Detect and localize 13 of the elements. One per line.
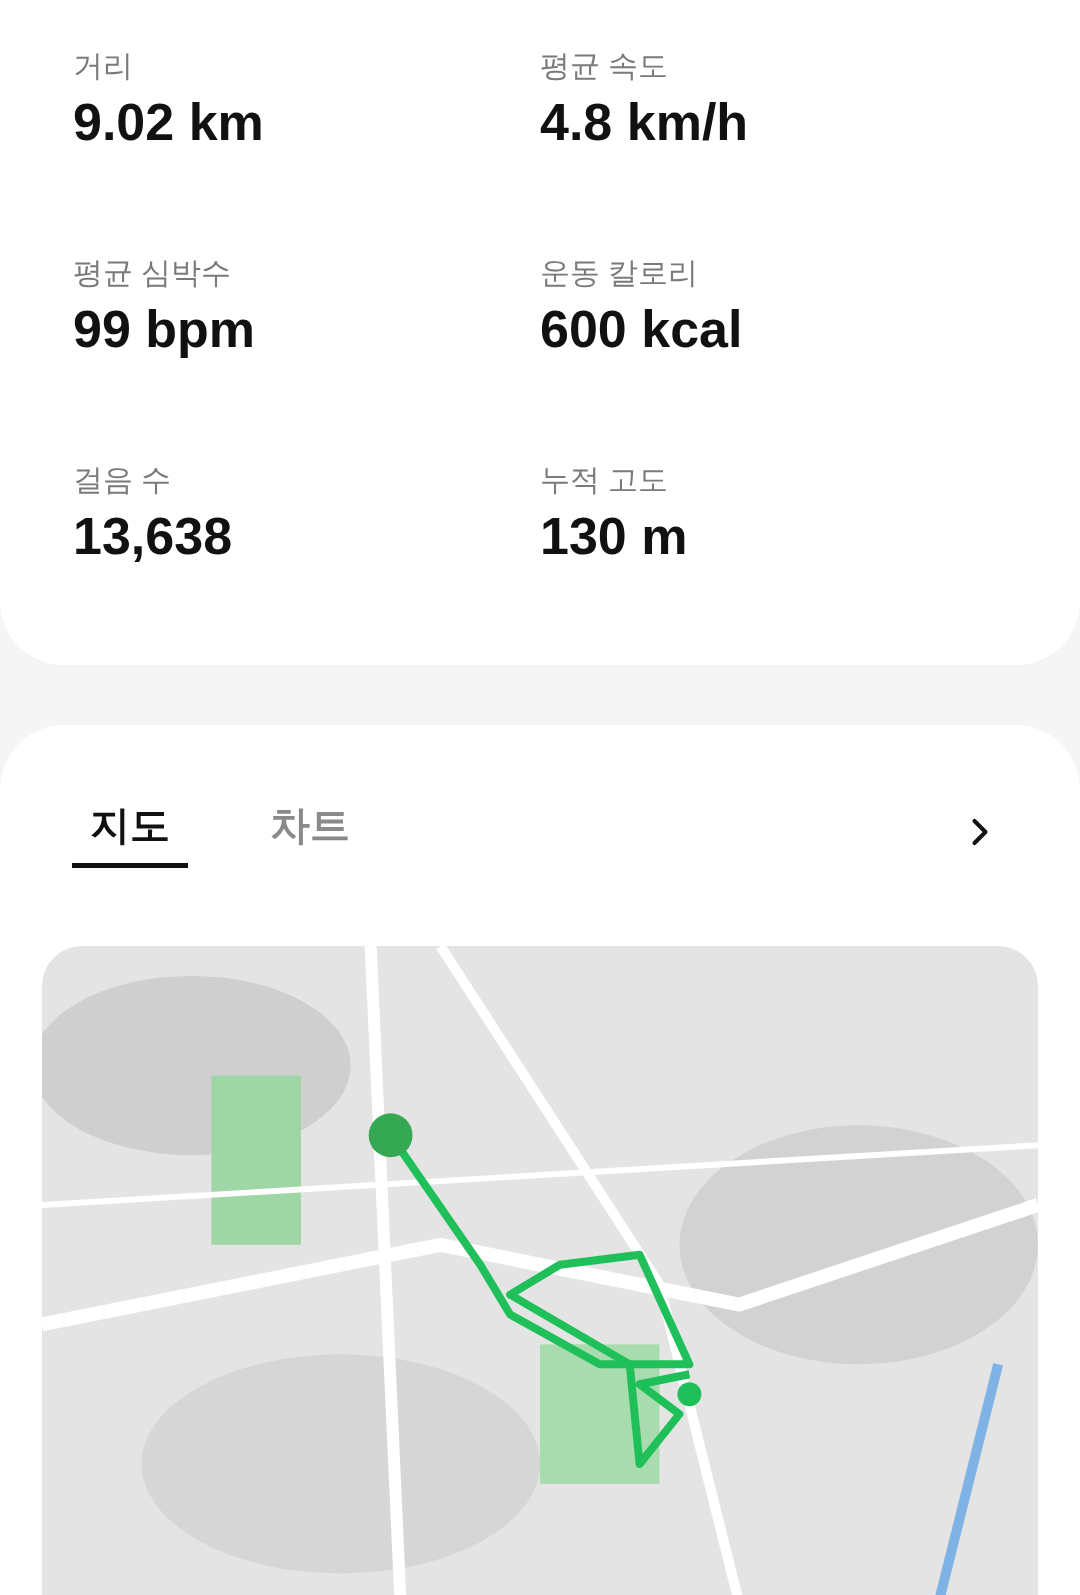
stat-label: 평균 속도 (540, 48, 669, 84)
tab[interactable]: 지도 (72, 795, 188, 868)
stat-value: 13,638 (73, 506, 233, 567)
stat-value: 99 bpm (73, 299, 256, 360)
stat-value: 9.02 km (73, 92, 264, 153)
stat-value: 600 kcal (540, 299, 743, 360)
stat-value: 4.8 km/h (540, 92, 749, 153)
stat-label: 평균 심박수 (73, 255, 232, 291)
stat-label: 걸음 수 (73, 462, 172, 498)
stat-label: 운동 칼로리 (540, 255, 699, 291)
stat-label: 누적 고도 (540, 462, 669, 498)
stat-label: 거리 (73, 48, 133, 84)
stat-value: 130 m (540, 506, 688, 567)
